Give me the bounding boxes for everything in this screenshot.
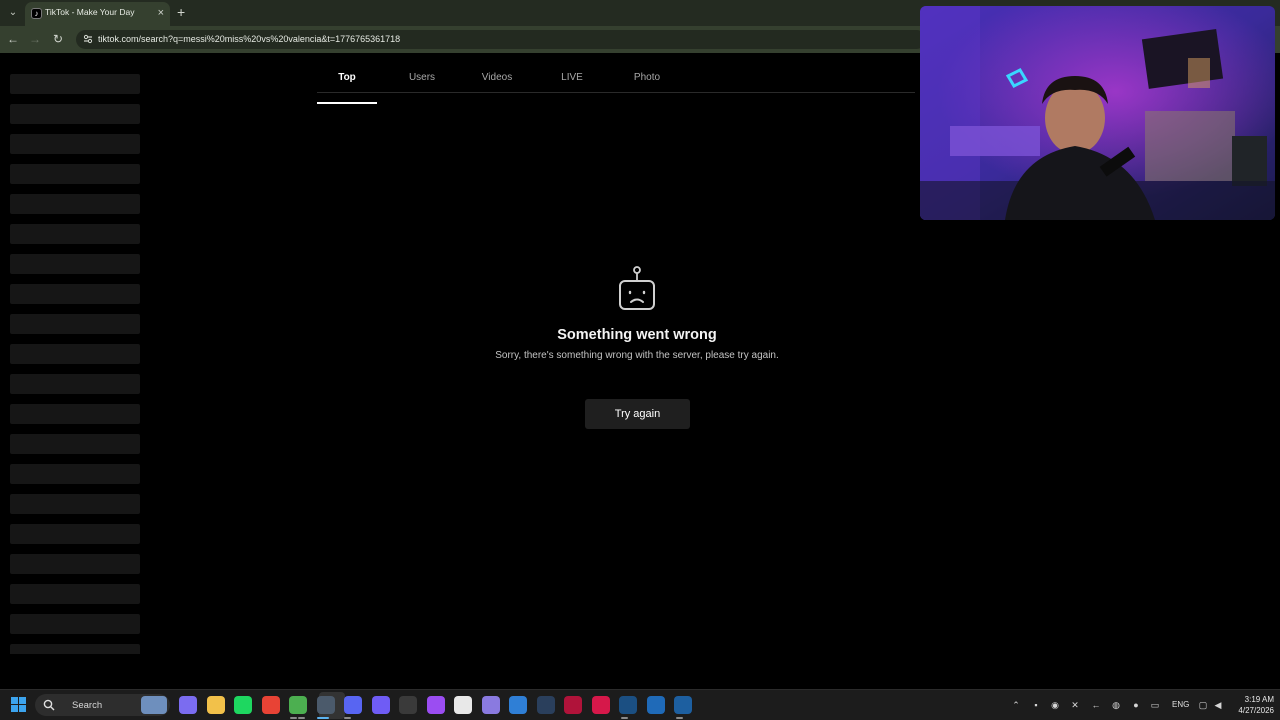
skeleton-row — [10, 254, 140, 274]
windows-taskbar: Search ⌃ ▪ ◉ ✕ ← ◍ ● ▭ ENG ▢ ◀ 3:19 AM 4… — [0, 689, 1280, 720]
tab-top[interactable]: Top — [317, 72, 377, 104]
tab-close-icon[interactable]: × — [158, 6, 164, 20]
skeleton-row — [10, 404, 140, 424]
running-indicator — [298, 717, 305, 719]
input-language[interactable]: ENG — [1172, 700, 1189, 709]
search-highlight-image — [141, 696, 167, 714]
gamepad-icon[interactable] — [482, 696, 500, 714]
address-bar[interactable]: tiktok.com/search?q=messi%20miss%20vs%20… — [76, 30, 926, 49]
remote-app-icon[interactable] — [509, 696, 527, 714]
active-tab-underline — [317, 102, 377, 104]
blue-app-icon[interactable] — [647, 696, 665, 714]
network-icon[interactable]: ▢ — [1197, 699, 1209, 711]
skeleton-row — [10, 284, 140, 304]
skeleton-row — [10, 464, 140, 484]
clock-date: 4/27/2026 — [1238, 706, 1274, 715]
running-indicator — [676, 717, 683, 719]
purple-app-icon[interactable] — [427, 696, 445, 714]
site-info-icon[interactable] — [82, 33, 94, 45]
skeleton-row — [10, 164, 140, 184]
skeleton-row — [10, 614, 140, 634]
tray-discord-icon[interactable]: ◍ — [1110, 699, 1122, 711]
spotify-icon[interactable] — [234, 696, 252, 714]
steam-icon[interactable] — [619, 696, 637, 714]
4k-app-icon[interactable] — [537, 696, 555, 714]
skeleton-row — [10, 524, 140, 544]
file-explorer-icon[interactable] — [207, 696, 225, 714]
tiktok-favicon-icon: ♪ — [31, 8, 42, 19]
skeleton-row — [10, 494, 140, 514]
keyboard-app-icon[interactable] — [399, 696, 417, 714]
skeleton-row — [10, 194, 140, 214]
browser-tab-tiktok[interactable]: ♪ TikTok - Make Your Day × — [25, 2, 170, 26]
skeleton-row — [10, 314, 140, 334]
webcam-feed-image — [920, 6, 1275, 220]
tray-bluetooth-icon[interactable]: ✕ — [1069, 699, 1081, 711]
tray-keyboard-icon[interactable]: ▭ — [1149, 699, 1161, 711]
copilot-icon[interactable] — [179, 696, 197, 714]
tray-app-icon[interactable]: ▪ — [1030, 699, 1042, 711]
clock-time: 3:19 AM — [1244, 695, 1274, 704]
tab-search-menu-button[interactable]: ⌄ — [5, 5, 21, 21]
skeleton-row — [10, 374, 140, 394]
skeleton-row — [10, 584, 140, 604]
tray-steam-icon[interactable]: ◉ — [1049, 699, 1061, 711]
tray-arrow-icon[interactable]: ← — [1090, 699, 1102, 711]
sad-robot-icon — [619, 266, 655, 310]
new-tab-button[interactable]: + — [177, 4, 185, 20]
webcam-overlay — [920, 6, 1275, 220]
a-app-icon[interactable] — [592, 696, 610, 714]
tab-live-label: LIVE — [561, 72, 583, 83]
search-icon — [43, 699, 55, 711]
tray-microphone-icon[interactable]: ● — [1130, 699, 1142, 711]
skeleton-row — [10, 344, 140, 364]
skeleton-row — [10, 434, 140, 454]
discord-icon[interactable] — [344, 696, 362, 714]
tab-top-label: Top — [338, 72, 356, 83]
forward-button[interactable]: → — [27, 31, 43, 47]
skeleton-row — [10, 104, 140, 124]
tab-videos[interactable]: Videos — [467, 72, 527, 83]
error-title: Something went wrong — [557, 327, 717, 343]
tab-users-label: Users — [408, 72, 436, 83]
volume-icon[interactable]: ◀ — [1212, 699, 1224, 711]
steam-running-icon[interactable] — [674, 696, 692, 714]
skeleton-row — [10, 554, 140, 574]
skeleton-row — [10, 74, 140, 94]
back-button[interactable]: ← — [5, 31, 21, 47]
running-indicator — [317, 717, 329, 719]
tab-users[interactable]: Users — [392, 72, 452, 83]
search-tabs: Top Users Videos LIVE Photo — [317, 53, 915, 104]
steam-client-icon[interactable] — [317, 696, 335, 714]
show-hidden-icons-chevron-icon[interactable]: ⌃ — [1010, 699, 1022, 711]
error-message: Sorry, there's something wrong with the … — [495, 350, 779, 361]
taskbar-search-label: Search — [72, 700, 103, 711]
system-clock[interactable]: 3:19 AM 4/27/2026 — [1228, 694, 1274, 716]
sidebar-skeleton — [10, 74, 140, 654]
url-text[interactable]: tiktok.com/search?q=messi%20miss%20vs%20… — [98, 34, 400, 44]
skeleton-row — [10, 134, 140, 154]
tab-live[interactable]: LIVE — [542, 72, 602, 83]
running-indicator — [344, 717, 351, 719]
skeleton-row — [10, 224, 140, 244]
try-again-button[interactable]: Try again — [585, 399, 690, 429]
chrome-alt-icon[interactable] — [289, 696, 307, 714]
v-app-icon[interactable] — [564, 696, 582, 714]
taskbar-search-box[interactable]: Search — [35, 694, 170, 716]
running-indicator — [290, 717, 297, 719]
chrome-icon[interactable] — [262, 696, 280, 714]
running-indicator — [621, 717, 628, 719]
skeleton-row — [10, 644, 140, 654]
tab-photo[interactable]: Photo — [617, 72, 677, 83]
tab-videos-label: Videos — [481, 72, 513, 83]
start-button-windows-icon[interactable] — [11, 697, 27, 713]
store-icon[interactable] — [454, 696, 472, 714]
app-grid-icon[interactable] — [372, 696, 390, 714]
tab-photo-label: Photo — [633, 72, 661, 83]
tab-title: TikTok - Make Your Day — [45, 7, 135, 17]
reload-button[interactable]: ↻ — [50, 31, 66, 47]
